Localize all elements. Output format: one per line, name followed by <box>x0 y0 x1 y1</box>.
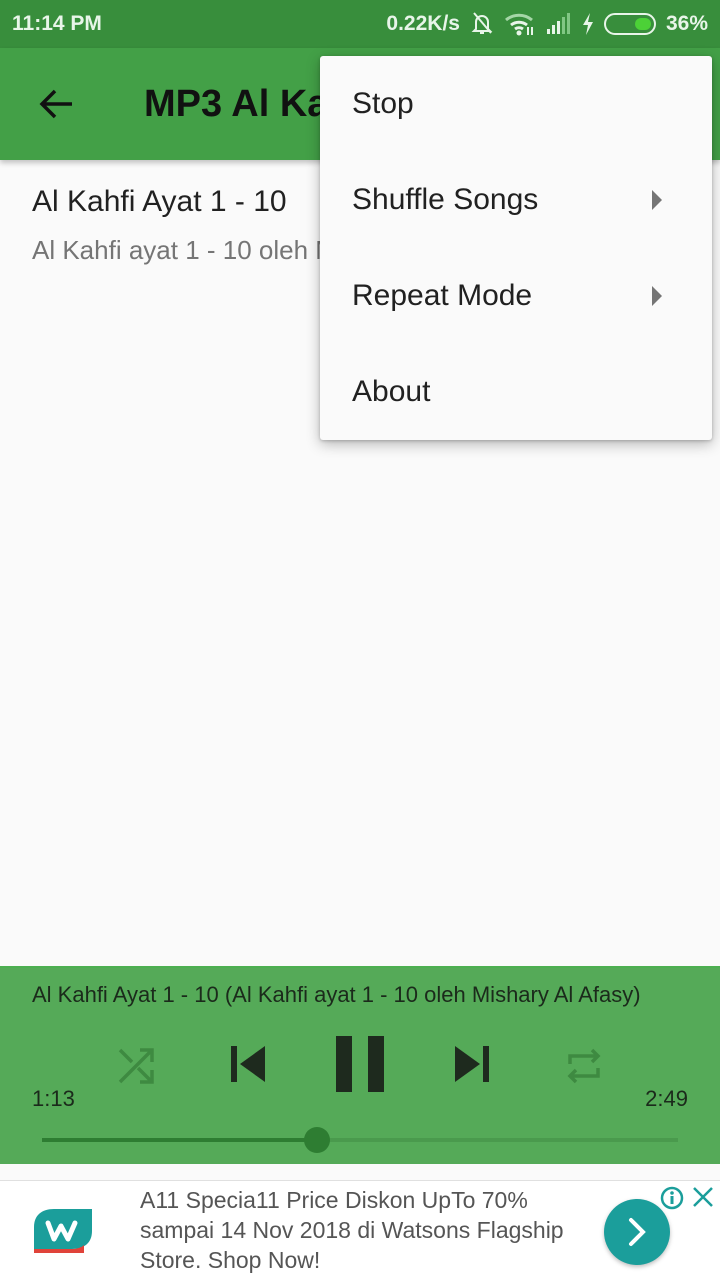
status-bar: 11:14 PM 0.22K/s 36% <box>0 0 720 48</box>
submenu-arrow-icon <box>652 286 662 306</box>
ad-text: A11 Specia11 Price Diskon UpTo 70% sampa… <box>140 1187 564 1273</box>
menu-item-label: Stop <box>352 87 414 120</box>
repeat-icon <box>567 1048 601 1084</box>
seek-progress <box>42 1138 317 1142</box>
shuffle-button[interactable] <box>112 1042 160 1090</box>
shuffle-icon <box>118 1048 154 1084</box>
current-time: 1:13 <box>32 1086 75 1111</box>
next-button[interactable] <box>446 1038 498 1090</box>
previous-icon <box>231 1046 265 1082</box>
seek-bar[interactable] <box>42 1127 678 1153</box>
menu-item-repeat-mode[interactable]: Repeat Mode <box>320 248 712 344</box>
charging-icon <box>582 13 594 35</box>
menu-item-label: Shuffle Songs <box>352 183 539 216</box>
now-playing-title: Al Kahfi Ayat 1 - 10 (Al Kahfi ayat 1 - … <box>32 982 641 1007</box>
wifi-icon <box>504 12 536 36</box>
chevron-right-icon <box>629 1218 646 1246</box>
watsons-logo <box>34 1209 92 1253</box>
seek-thumb[interactable] <box>303 1127 330 1153</box>
bell-off-icon <box>470 11 494 37</box>
pause-button[interactable] <box>326 1032 394 1096</box>
signal-icon <box>546 13 572 35</box>
player-panel: Al Kahfi Ayat 1 - 10 (Al Kahfi ayat 1 - … <box>0 966 720 1164</box>
arrow-left-icon <box>39 89 72 119</box>
menu-item-stop[interactable]: Stop <box>320 56 712 152</box>
battery-icon <box>603 13 656 35</box>
menu-item-label: About <box>352 375 431 408</box>
net-speed: 0.22K/s <box>386 12 460 35</box>
pause-icon <box>336 1036 384 1092</box>
overflow-menu: Stop Shuffle Songs Repeat Mode About <box>320 56 712 440</box>
repeat-button[interactable] <box>560 1042 608 1090</box>
menu-item-label: Repeat Mode <box>352 279 533 312</box>
battery-level <box>634 18 651 30</box>
back-button[interactable] <box>0 48 112 160</box>
menu-item-about[interactable]: About <box>320 344 712 440</box>
next-icon <box>455 1046 489 1082</box>
info-icon[interactable] <box>660 1186 684 1210</box>
ad-banner[interactable]: A11 Specia11 Price Diskon UpTo 70% sampa… <box>0 1180 720 1280</box>
status-time: 11:14 PM <box>12 12 102 35</box>
close-icon[interactable] <box>692 1186 714 1208</box>
previous-button[interactable] <box>222 1038 274 1090</box>
total-time: 2:49 <box>645 1086 688 1111</box>
menu-item-shuffle-songs[interactable]: Shuffle Songs <box>320 152 712 248</box>
battery-percent: 36% <box>665 12 708 35</box>
submenu-arrow-icon <box>652 190 662 210</box>
